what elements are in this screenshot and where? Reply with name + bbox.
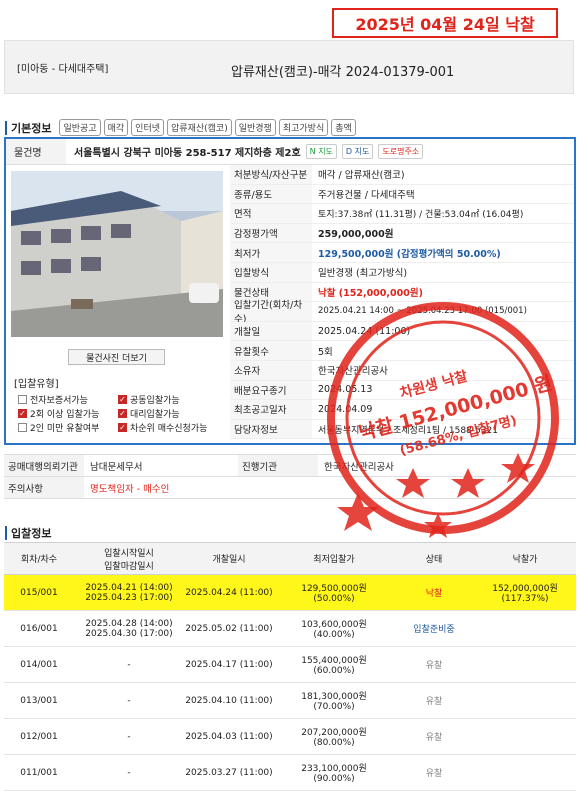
- table-row: 014/001 - 2025.04.17 (11:00) 155,400,000…: [4, 646, 576, 683]
- photo-more-button[interactable]: 물건사진 더보기: [68, 349, 165, 365]
- case-title: 압류재산(캠코)-매각 2024-01379-001: [231, 65, 455, 80]
- bid-info-title: 입찰정보: [11, 527, 52, 540]
- table-header-row: 회차/차수 입찰시작일시 입찰마감일시 개찰일시 최저입찰가 상태 낙찰가: [4, 542, 576, 575]
- detail-row: 배분요구종기 2024.05.13: [230, 380, 574, 401]
- checkbox-checked-icon: ✓: [118, 422, 127, 432]
- property-photo[interactable]: [11, 171, 223, 337]
- chip: 최고가방식: [278, 119, 329, 136]
- section-bar: [5, 120, 7, 135]
- table-row: 012/001 - 2025.04.03 (11:00) 207,200,000…: [4, 718, 576, 755]
- bid-option: ✓ 차순위 매수신청가능: [118, 422, 208, 434]
- road-address-button[interactable]: 도로명주소: [378, 144, 424, 159]
- table-row: 016/001 2025.04.28 (14:00) 2025.04.30 (17…: [4, 610, 576, 647]
- table-row: 015/001 2025.04.21 (14:00) 2025.04.23 (17…: [4, 574, 576, 611]
- detail-row: 감정평가액 259,000,000원: [230, 223, 574, 244]
- daum-map-button[interactable]: D 지도: [341, 144, 374, 159]
- bid-option: ✓ 2회 이상 입찰가능: [18, 408, 100, 420]
- chip: 매각: [103, 119, 129, 136]
- chip: 총액: [331, 119, 356, 136]
- agency-row: 공매대행의뢰기관 남대문세무서 진행기관 한국자산관리공사: [4, 455, 576, 477]
- checkbox-empty-icon: [18, 395, 27, 404]
- col-round: 회차/차수: [4, 542, 74, 575]
- property-name-label: 물건명: [6, 139, 66, 164]
- table-row: 011/001 - 2025.03.27 (11:00) 233,100,000…: [4, 754, 576, 791]
- basic-info-title: 기본정보: [11, 121, 52, 135]
- detail-row: 입찰기간(회차/차수) 2025.04.21 14:00 ~ 2025.04.23…: [230, 300, 574, 325]
- naver-map-button[interactable]: N 지도: [305, 144, 337, 159]
- col-period: 입찰시작일시 입찰마감일시: [74, 542, 184, 575]
- detail-row: 입찰방식 일반경쟁 (최고가방식): [230, 262, 574, 283]
- checkbox-checked-icon: ✓: [118, 408, 127, 418]
- sold-date-stamp: 2025년 04월 24일 낙찰: [332, 8, 558, 38]
- col-open: 개찰일시: [184, 542, 274, 575]
- detail-row: 개찰일 2025.04.24 (11:00): [230, 321, 574, 342]
- table-row: 013/001 - 2025.04.10 (11:00) 181,300,000…: [4, 682, 576, 719]
- detail-row: 종류/용도 주거용건물 / 다세대주택: [230, 184, 574, 205]
- col-status: 상태: [394, 542, 474, 575]
- detail-row: 소유자 한국자산관리공사: [230, 360, 574, 381]
- bid-option: 전자보증서가능: [18, 393, 88, 406]
- agency-info: 공매대행의뢰기관 남대문세무서 진행기관 한국자산관리공사 주의사항 명도책임자…: [4, 454, 576, 499]
- caution-row: 주의사항 명도책임자 - 매수인: [4, 477, 576, 499]
- checkbox-empty-icon: [18, 423, 27, 432]
- bid-option: ✓ 대리입찰가능: [118, 408, 180, 420]
- section-bar: [5, 526, 7, 540]
- chip: 일반공고: [59, 119, 101, 136]
- col-win-price: 낙찰가: [474, 542, 576, 575]
- detail-row: 최초공고일자 2024.04.09: [230, 400, 574, 420]
- bid-type-panel: [입찰유형]: [14, 375, 224, 392]
- bid-info-header: 입찰정보: [5, 525, 59, 541]
- property-info-box: 물건명 서울특별시 강북구 미아동 258-517 제지하층 제2호 N 지도 …: [4, 137, 576, 445]
- building-photo-icon: [11, 171, 223, 337]
- checkbox-checked-icon: ✓: [18, 408, 27, 418]
- detail-table: 처분방식/자산구분 매각 / 압류재산(캠코) 종류/용도 주거용건물 / 다세대주…: [230, 165, 574, 440]
- chip: 인터넷: [131, 119, 165, 136]
- detail-row: 최저가 129,500,000원 (감정평가액의 50.00%): [230, 243, 574, 263]
- basic-info-header: 기본정보 일반공고 매각 인터넷 압류재산(캠코) 일반경쟁 최고가방식 총액: [5, 119, 359, 136]
- chip: 일반경쟁: [234, 119, 276, 136]
- detail-row: 유찰횟수 5회: [230, 341, 574, 361]
- checkbox-checked-icon: ✓: [118, 394, 127, 404]
- bid-history-table: 회차/차수 입찰시작일시 입찰마감일시 개찰일시 최저입찰가 상태 낙찰가 01…: [4, 542, 576, 791]
- property-name-row: 물건명 서울특별시 강북구 미아동 258-517 제지하층 제2호 N 지도 …: [6, 139, 574, 165]
- property-address: 서울특별시 강북구 미아동 258-517 제지하층 제2호: [74, 148, 301, 159]
- bid-option: ✓ 공동입찰가능: [118, 394, 180, 406]
- detail-row: 담당자정보 서울동부지역본부 / 조세정리1팀 / 1588-5321: [230, 419, 574, 440]
- detail-row: 면적 토지:37.38㎡ (11.31평) / 건물:53.04㎡ (16.04평…: [230, 204, 574, 224]
- detail-row: 처분방식/자산구분 매각 / 압류재산(캠코): [230, 165, 574, 185]
- col-min-price: 최저입찰가: [274, 542, 394, 575]
- title-bar: [미아동 - 다세대주택] 압류재산(캠코)-매각 2024-01379-001: [4, 40, 574, 94]
- bid-type-heading: [입찰유형]: [14, 379, 59, 390]
- category-label: [미아동 - 다세대주택]: [17, 63, 109, 75]
- chip: 압류재산(캠코): [167, 119, 232, 136]
- bid-option: 2인 미만 유찰여부: [18, 421, 99, 434]
